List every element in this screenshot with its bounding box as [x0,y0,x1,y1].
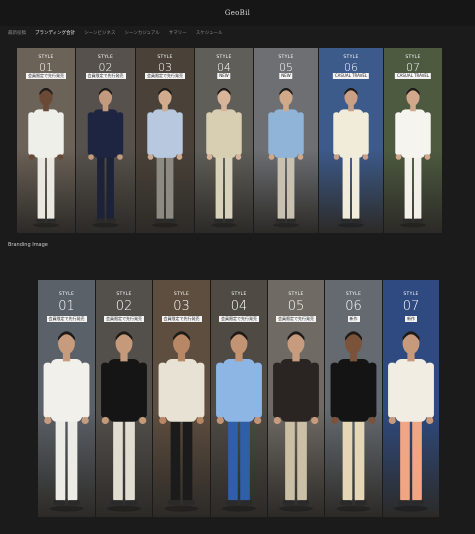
style-number: 03 [173,299,190,314]
style-label: STYLE [231,292,247,297]
style-label: STYLE [345,292,362,297]
category-nav: 最新投稿 ブランディング合計 シーンビジネス シーンカジュアル サマリー スケジュール [8,30,222,36]
style-number: 01 [58,299,75,314]
style-card-07[interactable]: STYLE 07 新作 [383,280,439,517]
style-label: STYLE [97,55,114,60]
style-card-05[interactable]: STYLE 05 NEW [254,48,318,233]
style-caption-badge: 会員限定で先行発売 [145,73,185,79]
style-caption-badge: 新作 [405,316,417,322]
style-label: STYLE [116,292,132,297]
style-label: STYLE [288,292,304,297]
style-number: 05 [287,299,305,314]
style-label: STYLE [173,292,190,297]
style-caption-badge: NEW [279,73,293,79]
style-label: STYLE [216,55,232,60]
style-caption-badge: CASUAL TRAVEL [394,73,432,79]
style-card-01[interactable]: STYLE 01 会員限定で先行発売 [17,48,75,233]
section-title: Branding Image [8,242,48,248]
style-label: STYLE [343,55,359,60]
style-card-02[interactable]: STYLE 02 会員限定で先行発売 [76,48,135,233]
style-caption-badge: 会員限定で先行発売 [219,316,259,322]
style-label: STYLE [405,55,421,60]
style-number: 06 [345,299,362,314]
nav-item-3[interactable]: シーンカジュアル [124,30,159,36]
style-caption-badge: 会員限定で先行発売 [46,316,87,322]
site-logo[interactable]: GeoBil [0,9,475,17]
nav-item-1[interactable]: ブランディング合計 [35,30,75,36]
style-label: STYLE [403,292,419,297]
nav-item-5[interactable]: スケジュール [196,30,223,36]
style-label: STYLE [38,55,54,60]
style-label: STYLE [278,55,294,60]
style-number: 02 [115,299,133,314]
style-card-05[interactable]: STYLE 05 会員限定で先行発売 [268,280,324,517]
style-card-04[interactable]: STYLE 04 NEW [195,48,253,233]
style-card-07[interactable]: STYLE 07 CASUAL TRAVEL [384,48,442,233]
style-caption-badge: 会員限定で先行発売 [104,316,144,322]
style-card-06[interactable]: STYLE 06 CASUAL TRAVEL [319,48,383,233]
style-card-02[interactable]: STYLE 02 会員限定で先行発売 [96,280,152,517]
style-card-06[interactable]: STYLE 06 新作 [325,280,382,517]
style-card-01[interactable]: STYLE 01 会員限定で先行発売 [38,280,95,517]
style-caption-badge: 会員限定で先行発売 [26,73,66,79]
style-caption-badge: 会員限定で先行発売 [161,316,202,322]
style-label: STYLE [58,292,75,297]
style-card-03[interactable]: STYLE 03 会員限定で先行発売 [153,280,210,517]
style-caption-badge: NEW [217,73,231,79]
style-caption-badge: CASUAL TRAVEL [332,73,370,79]
style-number: 07 [402,299,420,314]
style-number: 04 [230,299,248,314]
style-caption-badge: 会員限定で先行発売 [276,316,316,322]
style-caption-badge: 会員限定で先行発売 [85,73,126,79]
style-label: STYLE [157,55,173,60]
nav-item-4[interactable]: サマリー [169,30,187,36]
nav-item-0[interactable]: 最新投稿 [8,30,26,36]
header-bar: GeoBil [0,0,475,26]
style-card-03[interactable]: STYLE 03 会員限定で先行発売 [136,48,194,233]
style-caption-badge: 新作 [347,316,360,322]
style-card-04[interactable]: STYLE 04 会員限定で先行発売 [211,280,267,517]
nav-item-2[interactable]: シーンビジネス [84,30,115,36]
